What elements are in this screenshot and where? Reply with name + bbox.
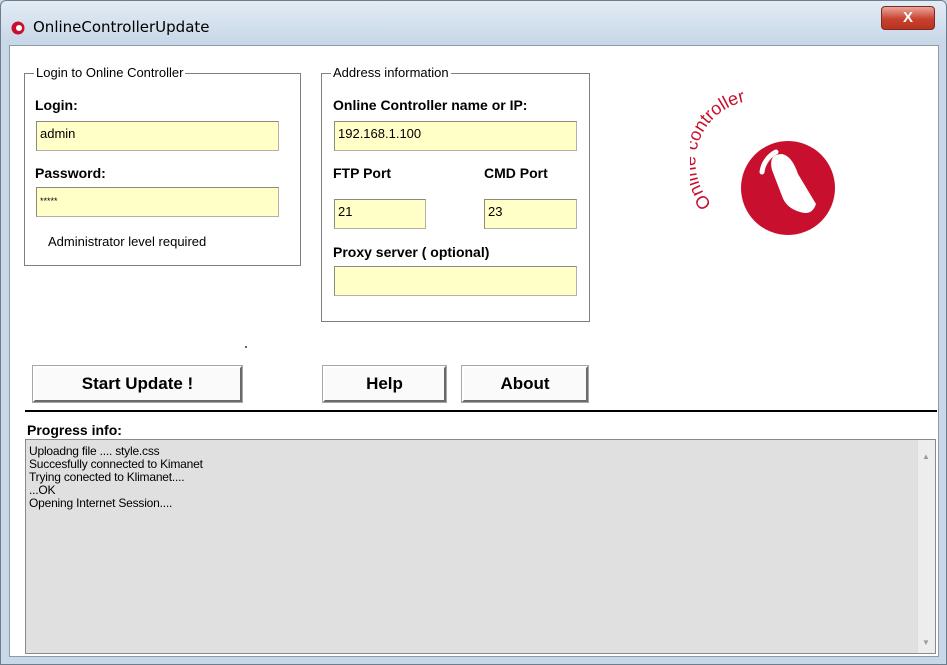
cmd-port-input[interactable]: 23 xyxy=(484,199,577,229)
login-input[interactable]: admin xyxy=(36,121,279,151)
divider xyxy=(25,410,937,412)
app-logo-icon xyxy=(11,21,25,35)
host-input[interactable]: 192.168.1.100 xyxy=(334,121,577,151)
log-lines: Uploadng file .... style.css Succesfully… xyxy=(29,445,203,510)
help-button[interactable]: Help xyxy=(322,365,447,403)
progress-label: Progress info: xyxy=(27,422,122,438)
login-group: Login to Online Controller Login: admin … xyxy=(24,65,301,266)
app-window: OnlineControllerUpdate X Login to Online… xyxy=(0,0,947,665)
title-bar[interactable]: OnlineControllerUpdate X xyxy=(1,1,946,45)
host-label: Online Controller name or IP: xyxy=(333,97,528,113)
about-button[interactable]: About xyxy=(461,365,589,403)
dialog-body: Login to Online Controller Login: admin … xyxy=(9,45,939,657)
online-controller-logo: Online controller xyxy=(690,86,835,235)
window-title: OnlineControllerUpdate xyxy=(33,18,210,36)
log-scrollbar[interactable]: ▲ ▼ xyxy=(917,440,935,653)
progress-log[interactable]: Uploadng file .... style.css Succesfully… xyxy=(25,439,936,654)
stray-pixel xyxy=(245,346,247,348)
ftp-port-input[interactable]: 21 xyxy=(334,199,426,229)
proxy-input[interactable] xyxy=(334,266,577,296)
start-update-button[interactable]: Start Update ! xyxy=(32,365,243,403)
close-icon: X xyxy=(902,9,913,26)
address-group: Address information Online Controller na… xyxy=(321,65,590,322)
logo-text: Online controller xyxy=(690,86,746,214)
proxy-label: Proxy server ( optional) xyxy=(333,244,490,260)
scroll-down-icon[interactable]: ▼ xyxy=(922,638,930,647)
scroll-up-icon[interactable]: ▲ xyxy=(922,452,930,461)
admin-note: Administrator level required xyxy=(48,234,207,249)
log-line: Opening Internet Session.... xyxy=(29,496,173,510)
address-group-title: Address information xyxy=(331,65,451,80)
login-label: Login: xyxy=(35,97,78,113)
ftp-port-label: FTP Port xyxy=(333,165,392,181)
password-label: Password: xyxy=(35,165,106,181)
close-button[interactable]: X xyxy=(881,6,935,30)
log-line: Trying conected to Klimanet.... xyxy=(29,470,185,484)
svg-text:Online controller: Online controller xyxy=(690,86,746,214)
cmd-port-label: CMD Port xyxy=(484,165,548,181)
password-input[interactable]: ***** xyxy=(36,187,279,217)
login-group-title: Login to Online Controller xyxy=(34,65,186,80)
